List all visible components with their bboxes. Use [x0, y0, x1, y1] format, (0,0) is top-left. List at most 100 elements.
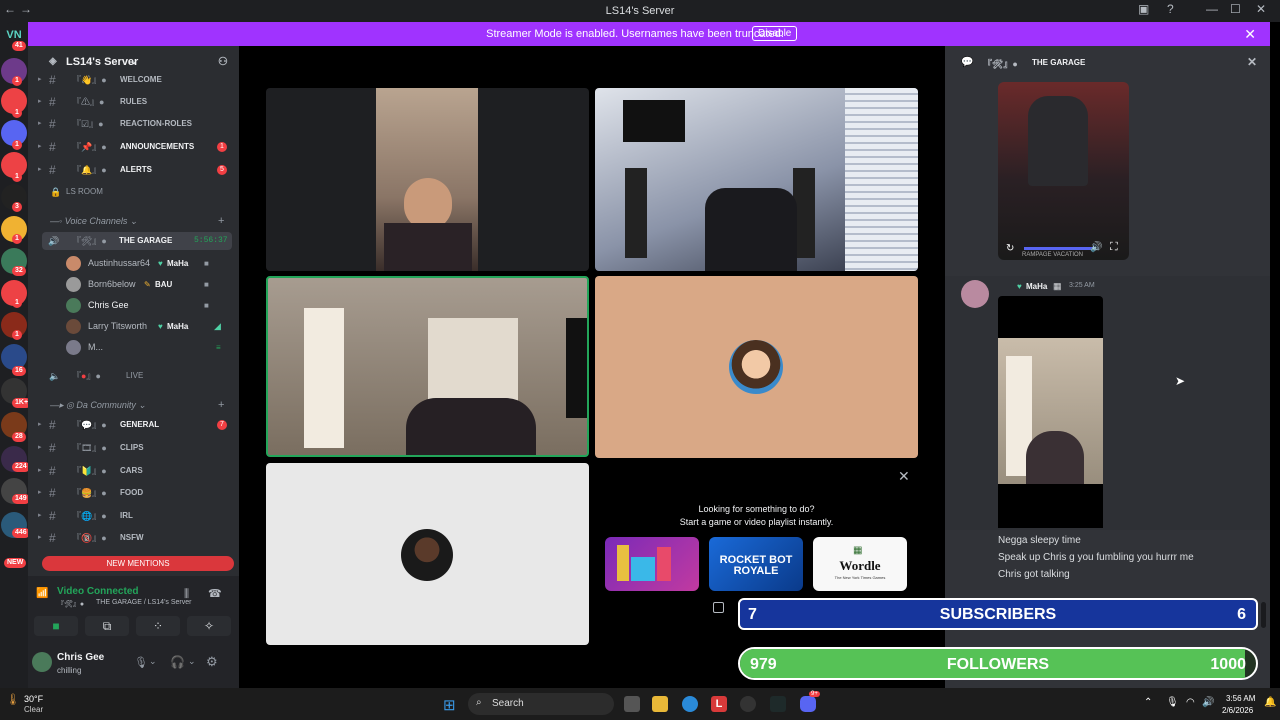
- activities-button[interactable]: ⁘: [136, 616, 180, 636]
- video-attachment[interactable]: ↻ RAMPAGE VACATION 🔊 ⛶: [998, 82, 1129, 260]
- noise-suppression-icon[interactable]: ⫼: [184, 588, 189, 601]
- signal-icon[interactable]: 📶: [36, 588, 48, 599]
- replay-icon[interactable]: ↻: [1006, 243, 1014, 254]
- minimize-icon[interactable]: —: [1206, 2, 1218, 16]
- windows-start-icon[interactable]: ⊞: [443, 696, 456, 714]
- help-icon[interactable]: ?: [1167, 2, 1174, 16]
- forward-icon[interactable]: →: [20, 2, 32, 16]
- category-voice-channels[interactable]: —◦ Voice Channels ⌄: [50, 216, 137, 227]
- dont-show-checkbox[interactable]: [713, 602, 724, 613]
- chevron-down-icon[interactable]: ⌄: [188, 656, 196, 667]
- game-tile-wordle[interactable]: ▦ Wordle The New York Times Games: [813, 537, 907, 591]
- video-attachment[interactable]: [998, 296, 1103, 528]
- close-window-icon[interactable]: ✕: [1256, 2, 1266, 16]
- app-icon[interactable]: [740, 696, 756, 712]
- channel-reaction-roles[interactable]: ▸ # 『☑』● REACTION-ROLES: [28, 115, 239, 133]
- game-tile-blocks[interactable]: [605, 537, 699, 591]
- guild-badge: 224: [12, 462, 28, 472]
- fullscreen-icon[interactable]: ⛶: [1110, 241, 1118, 254]
- category-da-community[interactable]: —▸ ◎ Da Community ⌄: [50, 400, 146, 411]
- voice-channel-the-garage[interactable]: 🔊 『🛠』● THE GARAGE 5:56:37: [42, 232, 232, 250]
- voice-user[interactable]: Larry Titsworth ♥ MaHa ◢: [28, 316, 239, 337]
- voice-user[interactable]: Austinhussar64 ♥ MaHa ■: [28, 253, 239, 274]
- video-tile-speaking[interactable]: [266, 276, 589, 457]
- settings-gear-icon[interactable]: ⚙: [206, 654, 218, 670]
- globe-icon: 『🌐』●: [72, 511, 107, 521]
- channel-clips[interactable]: ▸ # 『🎞』● CLIPS: [28, 439, 239, 457]
- close-icon[interactable]: ✕: [1244, 26, 1256, 43]
- connection-status: Video Connected: [57, 586, 139, 597]
- channel-alerts[interactable]: ▸ # 『🔔』● ALERTS 5: [28, 161, 239, 179]
- voice-connection-panel: 📶 Video Connected 『🛠』● THE GARAGE / LS14…: [28, 576, 239, 688]
- hash-icon: #: [49, 163, 56, 177]
- channel-cars[interactable]: ▸ # 『🔰』● CARS: [28, 462, 239, 480]
- inbox-icon[interactable]: ▣: [1138, 2, 1149, 16]
- channel-welcome[interactable]: ▸ # 『👋』● WELCOME: [28, 71, 239, 89]
- voice-user[interactable]: Chris Gee ■: [28, 295, 239, 316]
- heart-icon: ♥: [158, 322, 163, 331]
- followers-goal-bar: 979 FOLLOWERS 1000: [738, 647, 1258, 680]
- camera-icon: ■: [204, 259, 209, 268]
- weather-icon[interactable]: 🌡: [6, 693, 20, 706]
- channel-name: RULES: [120, 97, 148, 106]
- edge-browser-icon[interactable]: [682, 696, 698, 712]
- channel-rules[interactable]: ▸ # 『⚠』● RULES: [28, 93, 239, 111]
- task-view-icon[interactable]: [624, 696, 640, 712]
- video-tile-avatar[interactable]: [266, 463, 589, 645]
- close-icon[interactable]: ✕: [898, 468, 910, 485]
- add-channel-icon[interactable]: +: [218, 215, 224, 227]
- video-tile[interactable]: [595, 88, 918, 271]
- video-progress[interactable]: [1024, 247, 1094, 250]
- avatar[interactable]: [961, 280, 989, 308]
- chevron-down-icon[interactable]: ⌄: [149, 656, 157, 667]
- clock-time[interactable]: 3:56 AM: [1226, 694, 1255, 703]
- volume-icon[interactable]: 🔊: [1202, 697, 1214, 708]
- voice-user[interactable]: Born6below ✎ BAU ■: [28, 274, 239, 295]
- scrollbar[interactable]: [1261, 602, 1266, 628]
- file-explorer-icon[interactable]: [652, 696, 668, 712]
- wifi-icon[interactable]: ◠: [1186, 697, 1195, 708]
- server-list: VN 41 1 1 1 1 3 1 32 1 1 16 1K+ 28 224 1…: [0, 22, 28, 688]
- channel-name: GENERAL: [120, 420, 160, 429]
- chevron-up-icon[interactable]: ⌃: [1144, 697, 1152, 708]
- discord-icon[interactable]: [800, 696, 816, 712]
- avatar: [66, 298, 81, 313]
- channel-food[interactable]: ▸ # 『🍔』● FOOD: [28, 484, 239, 502]
- game-tile-rocket-bot-royale[interactable]: ROCKET BOT ROYALE: [709, 537, 803, 591]
- channel-ls-room[interactable]: 🔒 LS ROOM: [28, 183, 239, 201]
- notification-icon[interactable]: 🔔: [1264, 697, 1276, 708]
- video-tile-avatar[interactable]: [595, 276, 918, 458]
- headphones-icon[interactable]: 🎧: [170, 655, 185, 669]
- voice-user[interactable]: M... ≡: [28, 337, 239, 358]
- channel-name: ALERTS: [120, 165, 152, 174]
- close-icon[interactable]: ✕: [1247, 55, 1257, 69]
- camera-button[interactable]: ■: [34, 616, 78, 636]
- microphone-icon[interactable]: 🎙: [1166, 697, 1179, 708]
- back-icon[interactable]: ←: [4, 2, 16, 16]
- video-tile[interactable]: [266, 88, 589, 271]
- channel-announcements[interactable]: ▸ # 『📌』● ANNOUNCEMENTS 1: [28, 138, 239, 156]
- soundboard-button[interactable]: ✧: [187, 616, 231, 636]
- disconnect-icon[interactable]: ☎: [208, 587, 222, 600]
- hash-icon: #: [49, 464, 56, 478]
- arrow-icon: ▸: [38, 76, 42, 83]
- clock-date[interactable]: 2/6/2026: [1222, 706, 1253, 715]
- avatar[interactable]: [32, 652, 52, 672]
- volume-icon[interactable]: 🔊: [1090, 242, 1102, 253]
- voice-channel-live[interactable]: 🔈 『●』● LIVE: [28, 367, 239, 385]
- add-channel-icon[interactable]: +: [218, 399, 224, 411]
- screen-share-button[interactable]: ⧉: [85, 616, 129, 636]
- maximize-icon[interactable]: ☐: [1230, 2, 1241, 16]
- microphone-icon[interactable]: 🎙: [134, 656, 148, 669]
- category-prefix-icon: —◦: [50, 216, 65, 226]
- channel-nsfw[interactable]: ▸ # 『🔞』● NSFW: [28, 529, 239, 547]
- burger-icon: 『🍔』●: [72, 488, 107, 498]
- search-box[interactable]: ⌕ Search: [468, 693, 614, 715]
- new-mentions-button[interactable]: NEW MENTIONS: [42, 556, 234, 571]
- app-icon[interactable]: [770, 696, 786, 712]
- channel-general[interactable]: ▸ # 『💬』● GENERAL 7: [28, 416, 239, 434]
- channel-irl[interactable]: ▸ # 『🌐』● IRL: [28, 507, 239, 525]
- app-l-icon[interactable]: L: [711, 696, 727, 712]
- add-member-icon[interactable]: ⚇: [218, 55, 228, 68]
- disable-streamer-mode-button[interactable]: Disable: [752, 26, 798, 41]
